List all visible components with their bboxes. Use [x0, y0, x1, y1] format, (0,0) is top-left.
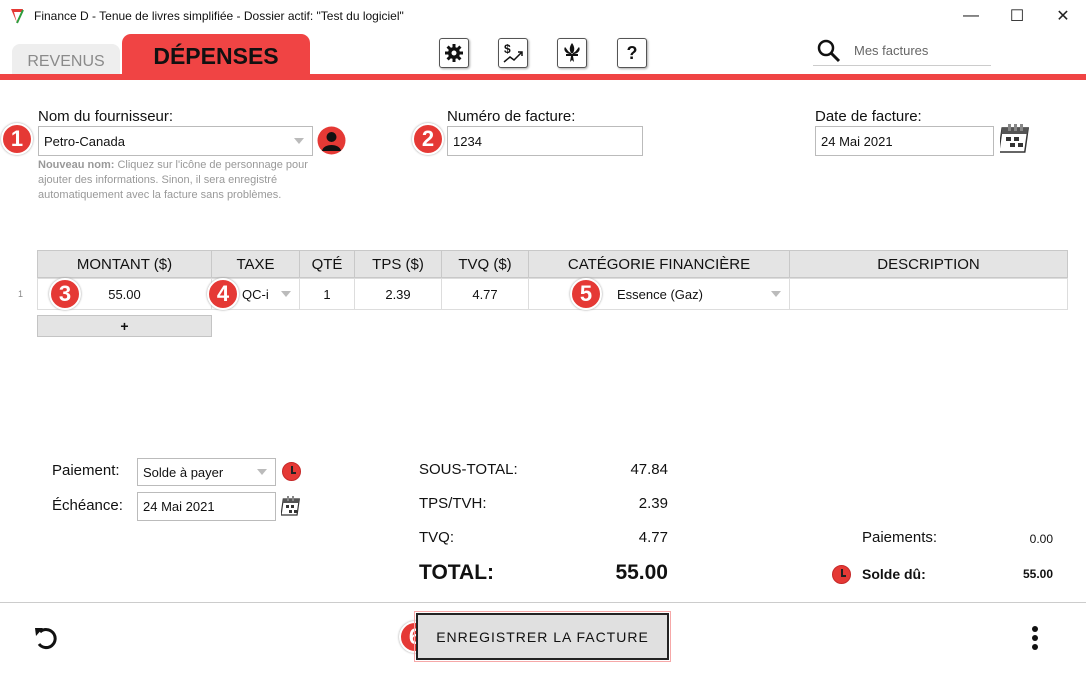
invoice-number-label: Numéro de facture: — [447, 108, 576, 125]
calendar-icon[interactable] — [1000, 122, 1032, 156]
cell-qte[interactable]: 1 — [299, 278, 355, 310]
fleur-de-lis-icon — [564, 43, 580, 62]
minimize-button[interactable]: — — [948, 0, 994, 32]
search-underline — [813, 65, 991, 66]
row-number: 1 — [18, 289, 24, 299]
step-badge-1: 1 — [1, 123, 33, 155]
tab-depenses[interactable]: DÉPENSES — [122, 34, 310, 75]
step-badge-5: 5 — [570, 278, 602, 310]
supplier-hint: Nouveau nom: Cliquez sur l'icône de pers… — [38, 158, 328, 203]
tab-revenus[interactable]: REVENUS — [12, 44, 120, 75]
total-label: TOTAL: — [419, 561, 495, 584]
footer-divider — [0, 602, 1086, 603]
taxe-value: QC-i — [242, 286, 269, 302]
hint-bold: Nouveau nom: — [38, 159, 115, 171]
payments-value: 0.00 — [1029, 532, 1053, 546]
close-button[interactable]: ✕ — [1040, 0, 1086, 32]
supplier-value: Petro-Canada — [44, 133, 125, 149]
payments-label: Paiements: — [862, 529, 938, 546]
cell-tps[interactable]: 2.39 — [354, 278, 442, 310]
payment-value: Solde à payer — [143, 464, 224, 480]
step-badge-4: 4 — [207, 278, 239, 310]
balance-value: 55.00 — [1022, 567, 1053, 581]
chevron-down-icon — [281, 291, 291, 297]
payment-select[interactable]: Solde à payer — [137, 458, 276, 486]
total-value: 55.00 — [615, 561, 668, 584]
supplier-select[interactable]: Petro-Canada — [38, 126, 313, 156]
add-row-button[interactable]: + — [37, 315, 212, 337]
cell-categorie[interactable]: Essence (Gaz) — [528, 278, 790, 310]
tvq-label: TVQ: — [419, 529, 455, 546]
col-header-taxe: TAXE — [211, 250, 300, 278]
payment-label: Paiement: — [52, 462, 120, 479]
subtotal-label: SOUS-TOTAL: — [419, 461, 518, 478]
col-header-description: DESCRIPTION — [789, 250, 1068, 278]
invoice-date-input[interactable]: 24 Mai 2021 — [815, 126, 994, 156]
cell-description[interactable] — [789, 278, 1068, 310]
help-icon: ? — [626, 42, 638, 63]
chevron-down-icon — [771, 291, 781, 297]
finance-report-button[interactable]: $ — [498, 38, 528, 68]
hint-line2: ajouter des informations. Sinon, il sera… — [38, 174, 278, 186]
col-header-tvq: TVQ ($) — [441, 250, 529, 278]
categorie-value: Essence (Gaz) — [617, 286, 703, 302]
person-icon[interactable] — [317, 126, 346, 155]
settings-button[interactable] — [439, 38, 469, 68]
tps-label: TPS/TVH: — [419, 495, 487, 512]
hint-line1: Cliquez sur l'icône de personnage pour — [114, 159, 308, 171]
col-header-qte: QTÉ — [299, 250, 355, 278]
help-button[interactable]: ? — [617, 38, 647, 68]
maximize-button[interactable]: ☐ — [994, 0, 1040, 32]
invoice-date-label: Date de facture: — [815, 108, 922, 125]
step-badge-3: 3 — [49, 278, 81, 310]
invoice-number-input[interactable]: 1234 — [447, 126, 643, 156]
tps-value: 2.39 — [638, 495, 668, 512]
clock-icon[interactable] — [282, 462, 301, 481]
dollar-sign: $ — [504, 42, 511, 56]
app-logo-icon — [11, 9, 24, 24]
col-header-tps: TPS ($) — [354, 250, 442, 278]
more-options-icon[interactable] — [1028, 625, 1042, 651]
due-date-input[interactable]: 24 Mai 2021 — [137, 492, 276, 521]
undo-icon[interactable] — [33, 624, 61, 652]
dollar-chart-icon: $ — [503, 42, 523, 63]
due-label: Échéance: — [52, 497, 123, 514]
search-input[interactable]: Mes factures — [854, 43, 928, 58]
supplier-label: Nom du fournisseur: — [38, 108, 174, 125]
cell-tvq[interactable]: 4.77 — [441, 278, 529, 310]
save-invoice-button[interactable]: ENREGISTRER LA FACTURE — [414, 611, 671, 662]
quebec-button[interactable] — [557, 38, 587, 68]
chevron-down-icon — [257, 469, 267, 475]
balance-label: Solde dû: — [862, 566, 926, 582]
search-icon[interactable] — [817, 39, 841, 63]
balance-clock-icon — [832, 565, 851, 584]
chevron-down-icon — [294, 138, 304, 144]
col-header-montant: MONTANT ($) — [37, 250, 212, 278]
col-header-categorie: CATÉGORIE FINANCIÈRE — [528, 250, 790, 278]
tvq-value: 4.77 — [638, 529, 668, 546]
window-title: Finance D - Tenue de livres simplifiée -… — [34, 9, 404, 23]
gear-icon — [445, 44, 463, 62]
due-calendar-icon[interactable] — [281, 494, 303, 518]
tab-underline — [0, 74, 1086, 80]
hint-line3: automatiquement avec la facture sans pro… — [38, 189, 282, 201]
subtotal-value: 47.84 — [630, 461, 668, 478]
step-badge-2: 2 — [412, 123, 444, 155]
